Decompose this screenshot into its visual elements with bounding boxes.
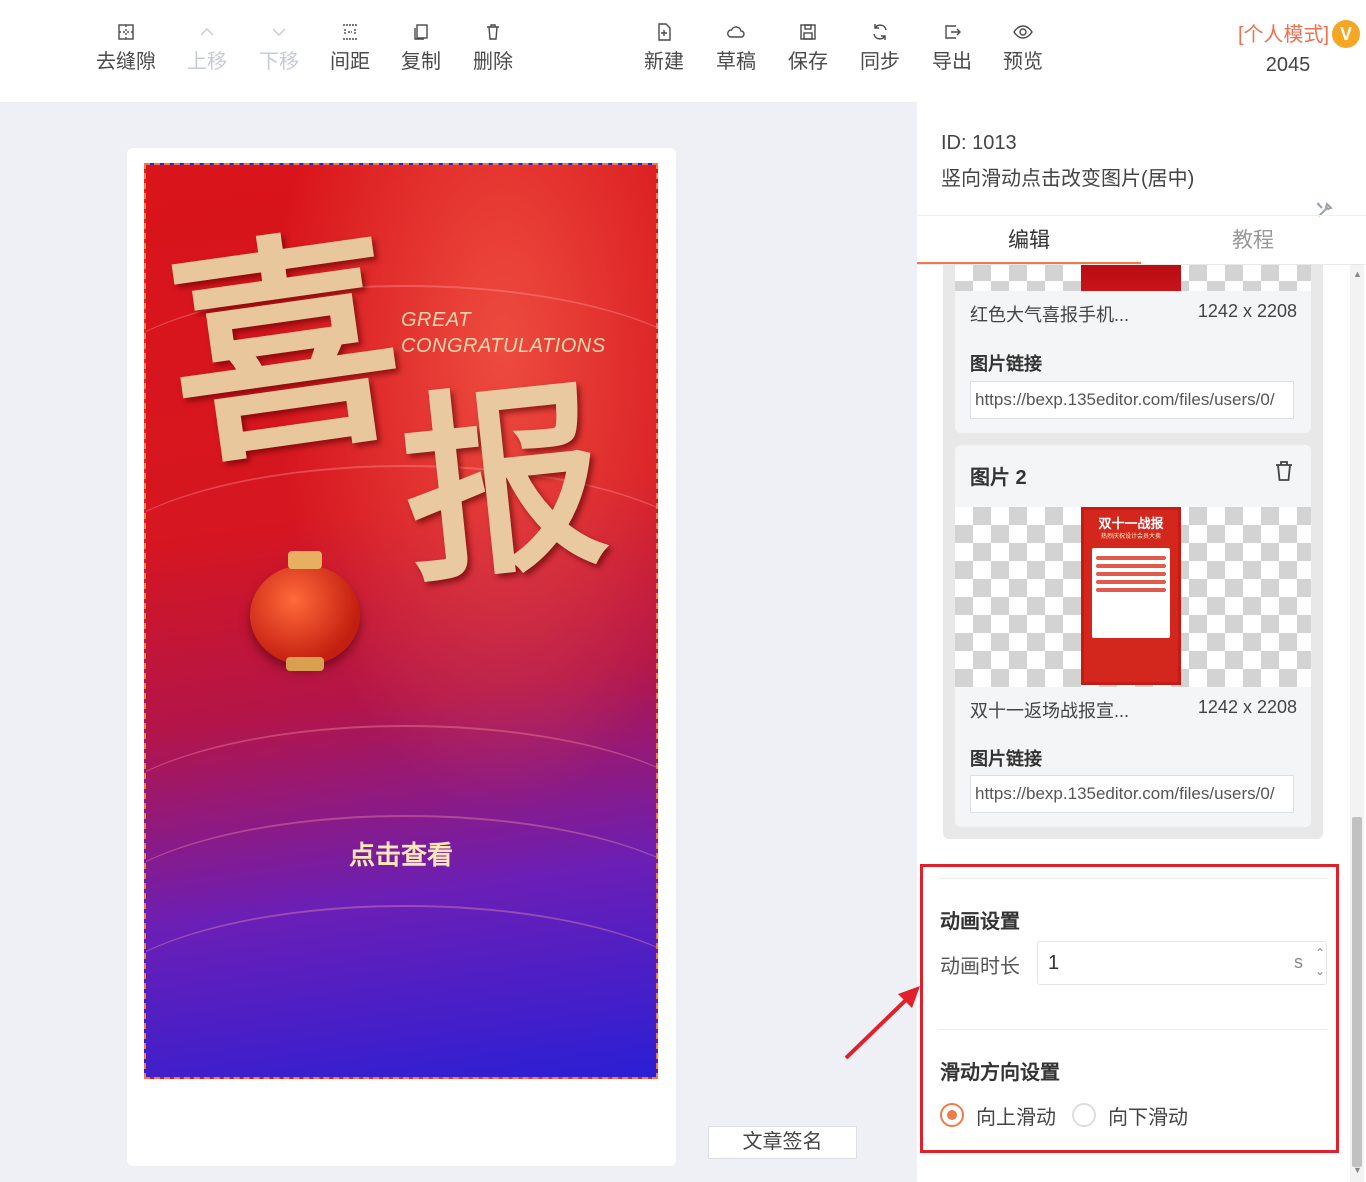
vip-icon: V — [1332, 20, 1360, 48]
new-file-icon — [628, 22, 700, 46]
tab-edit[interactable]: 编辑 — [917, 226, 1141, 256]
poster-char-bao: 报 — [392, 357, 616, 612]
component-id: ID: 1013 — [941, 132, 1017, 154]
image-card-title: 图片 2 — [970, 467, 1027, 489]
save-icon — [772, 22, 844, 46]
image-link-input[interactable]: https://bexp.135editor.com/files/users/0… — [970, 775, 1294, 813]
image-list: 红色大气喜报手机... 1242 x 2208 图片链接 https://bex… — [943, 265, 1323, 839]
thumbnail-heading: 双十一战报 — [1098, 516, 1164, 531]
divider — [917, 215, 1366, 216]
delete-button[interactable]: 删除 — [457, 22, 529, 74]
image-preview: 双十一战报 热烈庆祝设计会员大卖 — [955, 507, 1311, 687]
personal-mode-switch[interactable]: [个人模式] V — [1238, 20, 1360, 50]
export-button[interactable]: 导出 — [916, 22, 988, 74]
image-size: 1242 x 2208 — [1197, 697, 1297, 717]
image-link-label: 图片链接 — [970, 354, 1042, 374]
preview-button[interactable]: 预览 — [987, 22, 1059, 74]
sync-button[interactable]: 同步 — [844, 22, 916, 74]
mode-label: [个人模式] — [1238, 24, 1330, 46]
panel-scrollbar[interactable]: ▲ ▼ — [1350, 265, 1364, 1182]
thumbnail-body — [1092, 548, 1170, 638]
spacing-button[interactable]: 间距 — [314, 22, 386, 74]
scroll-up-icon[interactable]: ▲ — [1353, 269, 1362, 279]
spacing-icon — [314, 22, 386, 46]
annotation-highlight-box — [920, 864, 1339, 1153]
export-icon — [916, 22, 988, 46]
component-title: 竖向滑动点击改变图片(居中) — [941, 168, 1195, 190]
image-link-label: 图片链接 — [970, 749, 1042, 769]
new-button[interactable]: 新建 — [628, 22, 700, 74]
image-thumbnail — [1081, 265, 1181, 291]
image-size: 1242 x 2208 — [1197, 301, 1297, 321]
tab-tutorial[interactable]: 教程 — [1141, 226, 1365, 256]
save-button[interactable]: 保存 — [772, 22, 844, 74]
article-signature-button[interactable]: 文章签名 — [708, 1126, 857, 1159]
image-thumbnail: 双十一战报 热烈庆祝设计会员大卖 — [1081, 507, 1181, 685]
sync-icon — [844, 22, 916, 46]
scroll-down-icon[interactable]: ▼ — [1353, 1165, 1362, 1175]
chevron-down-icon — [243, 22, 315, 46]
scrollbar-thumb[interactable] — [1352, 817, 1362, 1167]
poster-preview[interactable]: 喜 报 GREAT CONGRATULATIONS 点击查看 — [144, 163, 658, 1079]
copy-button[interactable]: 复制 — [385, 22, 457, 74]
trash-icon[interactable] — [1273, 459, 1295, 483]
top-toolbar: 去缝隙 上移 下移 间距 复制 删除 新建 草稿 保存 同步 导出 预览 [个人… — [0, 0, 1366, 102]
credit-count: 2045 — [1265, 54, 1311, 76]
copy-icon — [385, 22, 457, 46]
poster-great-congratulations: GREAT CONGRATULATIONS — [401, 307, 606, 359]
eye-icon — [987, 22, 1059, 46]
poster-wave — [146, 905, 656, 1077]
image-name: 红色大气喜报手机... — [970, 305, 1130, 325]
image-link-input[interactable]: https://bexp.135editor.com/files/users/0… — [970, 381, 1294, 419]
image-card: 红色大气喜报手机... 1242 x 2208 图片链接 https://bex… — [955, 265, 1311, 433]
draft-button[interactable]: 草稿 — [700, 22, 772, 74]
poster-congratulations: CONGRATULATIONS — [401, 335, 606, 357]
tools-icon[interactable] — [1315, 200, 1335, 220]
move-down-button[interactable]: 下移 — [243, 22, 315, 74]
thumbnail-subheading: 热烈庆祝设计会员大卖 — [1100, 534, 1161, 540]
remove-gap-button[interactable]: 去缝隙 — [90, 22, 162, 74]
image-preview — [955, 265, 1311, 291]
click-view-text[interactable]: 点击查看 — [146, 835, 656, 872]
annotation-arrow-icon — [844, 986, 920, 1060]
chevron-up-icon — [171, 22, 243, 46]
trash-icon — [457, 22, 529, 46]
image-card: 图片 2 双十一战报 热烈庆祝设计会员大卖 双十一返场战报宣... 1242 x… — [955, 445, 1311, 827]
lantern-illustration — [250, 551, 360, 671]
cloud-icon — [700, 22, 772, 46]
move-up-button[interactable]: 上移 — [171, 22, 243, 74]
image-name: 双十一返场战报宣... — [970, 701, 1130, 721]
poster-char-xi: 喜 — [152, 200, 418, 500]
grid-icon — [90, 22, 162, 46]
poster-great: GREAT — [401, 309, 471, 331]
